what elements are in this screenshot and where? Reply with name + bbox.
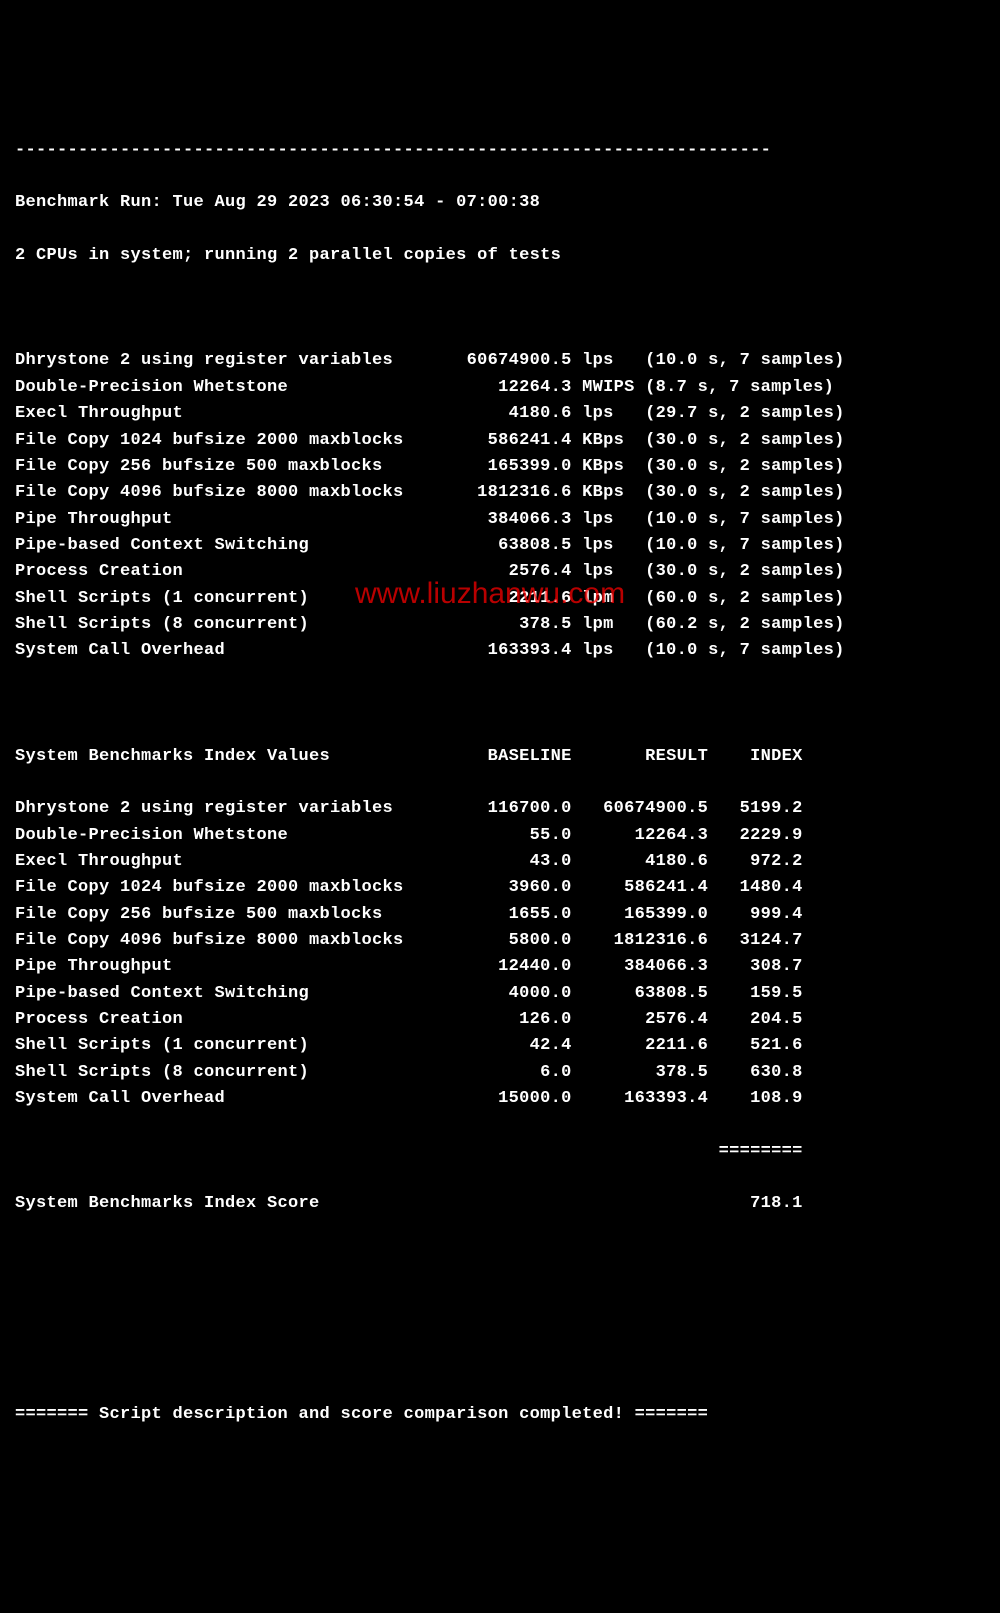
test-result-line: Process Creation 2576.4 lps (30.0 s, 2 s… bbox=[15, 559, 985, 585]
tests-block: Dhrystone 2 using register variables 606… bbox=[15, 348, 985, 664]
index-row-line: Execl Throughput 43.0 4180.6 972.2 bbox=[15, 849, 985, 875]
blank-line bbox=[15, 1297, 985, 1323]
blank-line bbox=[15, 1350, 985, 1376]
index-row-line: File Copy 256 bufsize 500 maxblocks 1655… bbox=[15, 902, 985, 928]
test-result-line: Shell Scripts (8 concurrent) 378.5 lpm (… bbox=[15, 612, 985, 638]
test-result-line: Double-Precision Whetstone 12264.3 MWIPS… bbox=[15, 375, 985, 401]
blank-line bbox=[15, 296, 985, 322]
cpu-info-line: 2 CPUs in system; running 2 parallel cop… bbox=[15, 243, 985, 269]
index-row-line: Pipe Throughput 12440.0 384066.3 308.7 bbox=[15, 954, 985, 980]
test-result-line: Pipe Throughput 384066.3 lps (10.0 s, 7 … bbox=[15, 507, 985, 533]
blank-line bbox=[15, 691, 985, 717]
test-result-line: Dhrystone 2 using register variables 606… bbox=[15, 348, 985, 374]
test-result-line: File Copy 256 bufsize 500 maxblocks 1653… bbox=[15, 454, 985, 480]
footer-line: ======= Script description and score com… bbox=[15, 1402, 985, 1428]
test-result-line: Shell Scripts (1 concurrent) 2211.6 lpm … bbox=[15, 586, 985, 612]
score-line: System Benchmarks Index Score 718.1 bbox=[15, 1191, 985, 1217]
test-result-line: System Call Overhead 163393.4 lps (10.0 … bbox=[15, 638, 985, 664]
test-result-line: Execl Throughput 4180.6 lps (29.7 s, 2 s… bbox=[15, 401, 985, 427]
index-row-line: File Copy 4096 bufsize 8000 maxblocks 58… bbox=[15, 928, 985, 954]
index-row-line: File Copy 1024 bufsize 2000 maxblocks 39… bbox=[15, 875, 985, 901]
index-row-line: Dhrystone 2 using register variables 116… bbox=[15, 796, 985, 822]
test-result-line: Pipe-based Context Switching 63808.5 lps… bbox=[15, 533, 985, 559]
separator-line: ======== bbox=[15, 1139, 985, 1165]
index-row-line: Double-Precision Whetstone 55.0 12264.3 … bbox=[15, 823, 985, 849]
index-row-line: Process Creation 126.0 2576.4 204.5 bbox=[15, 1007, 985, 1033]
divider-line: ----------------------------------------… bbox=[15, 138, 985, 164]
index-row-line: System Call Overhead 15000.0 163393.4 10… bbox=[15, 1086, 985, 1112]
blank-line bbox=[15, 1244, 985, 1270]
test-result-line: File Copy 1024 bufsize 2000 maxblocks 58… bbox=[15, 428, 985, 454]
index-row-line: Shell Scripts (8 concurrent) 6.0 378.5 6… bbox=[15, 1060, 985, 1086]
index-row-line: Pipe-based Context Switching 4000.0 6380… bbox=[15, 981, 985, 1007]
terminal-output: ----------------------------------------… bbox=[15, 111, 985, 1481]
index-block: Dhrystone 2 using register variables 116… bbox=[15, 796, 985, 1112]
index-row-line: Shell Scripts (1 concurrent) 42.4 2211.6… bbox=[15, 1033, 985, 1059]
test-result-line: File Copy 4096 bufsize 8000 maxblocks 18… bbox=[15, 480, 985, 506]
index-header-line: System Benchmarks Index Values BASELINE … bbox=[15, 744, 985, 770]
benchmark-run-line: Benchmark Run: Tue Aug 29 2023 06:30:54 … bbox=[15, 190, 985, 216]
